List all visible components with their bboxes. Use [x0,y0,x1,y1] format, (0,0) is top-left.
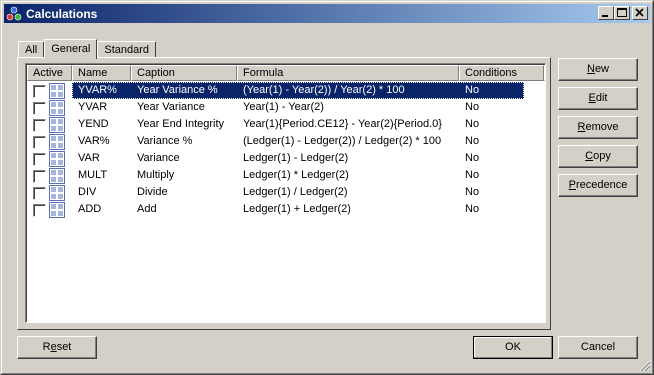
calc-grid-icon [49,100,65,116]
column-header-active[interactable]: Active [27,65,72,81]
row-conditions: No [465,118,480,130]
table-row[interactable]: VAR Variance Ledger(1) - Ledger(2) No [27,150,524,167]
row-conditions: No [465,152,480,164]
active-checkbox[interactable] [33,102,46,115]
new-button[interactable]: New [558,58,638,81]
row-caption: Year End Integrity [137,118,225,130]
active-checkbox[interactable] [33,136,46,149]
row-name: VAR [78,152,100,164]
tab-strip: All General Standard [18,38,157,59]
row-caption: Multiply [137,169,175,181]
active-checkbox[interactable] [33,119,46,132]
table-row[interactable]: YVAR Year Variance Year(1) - Year(2) No [27,99,524,116]
calc-grid-icon [49,168,65,184]
row-name: ADD [78,203,102,215]
active-checkbox[interactable] [33,187,46,200]
app-icon [6,6,22,22]
column-header-caption[interactable]: Caption [131,65,237,81]
window-title: Calculations [26,6,98,21]
row-formula: Year(1){Period.CE12} - Year(2){Period.0} [243,118,442,130]
column-header-name[interactable]: Name [72,65,131,81]
row-formula: Ledger(1) + Ledger(2) [243,203,351,215]
column-header-conditions[interactable]: Conditions [459,65,544,81]
active-checkbox[interactable] [33,204,46,217]
row-caption: Year Variance [137,101,205,113]
row-formula: Ledger(1) * Ledger(2) [243,169,349,181]
row-caption: Variance [137,152,180,164]
title-bar[interactable]: Calculations [4,4,650,23]
table-row[interactable]: VAR% Variance % (Ledger(1) - Ledger(2)) … [27,133,524,150]
row-conditions: No [465,169,480,181]
row-conditions: No [465,84,480,96]
active-checkbox[interactable] [33,153,46,166]
table-row[interactable]: YEND Year End Integrity Year(1){Period.C… [27,116,524,133]
minimize-icon [602,15,608,17]
resize-grip-icon[interactable] [639,360,651,372]
calculations-list[interactable]: Active Name Caption Formula Conditions Y… [25,63,546,323]
close-button[interactable] [632,6,648,20]
row-conditions: No [465,186,480,198]
row-name: DIV [78,186,97,198]
row-name: YEND [78,118,109,130]
active-checkbox[interactable] [33,85,46,98]
ok-button[interactable]: OK [473,336,553,359]
calculations-dialog: Calculations All General Standard Active… [0,0,654,375]
precedence-button[interactable]: Precedence [558,174,638,197]
row-name: MULT [78,169,108,181]
column-header-formula[interactable]: Formula [237,65,459,81]
row-conditions: No [465,135,480,147]
edit-button[interactable]: Edit [558,87,638,110]
calc-grid-icon [49,83,65,99]
maximize-icon [617,8,627,17]
row-conditions: No [465,203,480,215]
row-formula: (Year(1) - Year(2)) / Year(2) * 100 [243,84,405,96]
row-formula: Year(1) - Year(2) [243,101,324,113]
remove-button[interactable]: Remove [558,116,638,139]
calc-grid-icon [49,134,65,150]
row-name: YVAR [78,101,108,113]
row-formula: Ledger(1) / Ledger(2) [243,186,348,198]
calc-grid-icon [49,117,65,133]
row-formula: (Ledger(1) - Ledger(2)) / Ledger(2) * 10… [243,135,442,147]
calc-grid-icon [49,151,65,167]
row-name: VAR% [78,135,110,147]
row-name: YVAR% [78,84,117,96]
tab-standard[interactable]: Standard [97,41,157,58]
table-row[interactable]: ADD Add Ledger(1) + Ledger(2) No [27,201,524,218]
tab-general[interactable]: General [44,39,98,59]
cancel-button[interactable]: Cancel [558,336,638,359]
row-caption: Divide [137,186,168,198]
reset-button[interactable]: Reset [17,336,97,359]
row-caption: Add [137,203,157,215]
row-formula: Ledger(1) - Ledger(2) [243,152,349,164]
row-conditions: No [465,101,480,113]
row-caption: Year Variance % [137,84,218,96]
column-header-filler [544,65,545,81]
active-checkbox[interactable] [33,170,46,183]
close-icon [635,8,644,17]
table-row[interactable]: MULT Multiply Ledger(1) * Ledger(2) No [27,167,524,184]
table-row[interactable]: DIV Divide Ledger(1) / Ledger(2) No [27,184,524,201]
list-header: Active Name Caption Formula Conditions [27,65,545,81]
table-row[interactable]: YVAR% Year Variance % (Year(1) - Year(2)… [27,82,524,99]
copy-button[interactable]: Copy [558,145,638,168]
calc-grid-icon [49,185,65,201]
minimize-button[interactable] [598,6,614,20]
row-caption: Variance % [137,135,193,147]
maximize-button[interactable] [614,6,630,20]
calc-grid-icon [49,202,65,218]
tab-all[interactable]: All [18,41,45,58]
